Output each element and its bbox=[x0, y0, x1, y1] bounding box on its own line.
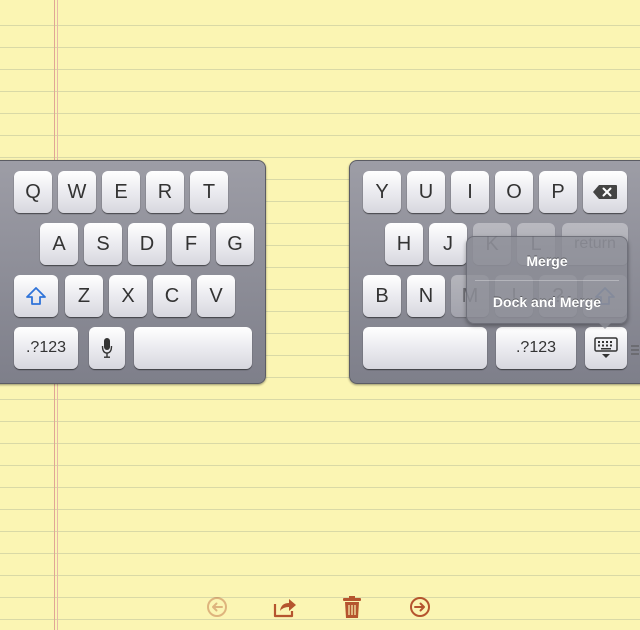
shift-key[interactable] bbox=[14, 275, 58, 317]
grip-lines-icon bbox=[631, 345, 639, 355]
back-icon bbox=[207, 597, 227, 617]
key-i[interactable]: I bbox=[451, 171, 489, 213]
key-e[interactable]: E bbox=[102, 171, 140, 213]
key-j[interactable]: J bbox=[429, 223, 467, 265]
forward-icon bbox=[410, 597, 430, 617]
key-d[interactable]: D bbox=[128, 223, 166, 265]
numbers-key-right[interactable]: .?123 bbox=[496, 327, 576, 369]
split-keyboard-left: Q W E R T A S D F G Z X C V .?123 bbox=[0, 160, 266, 384]
trash-button[interactable] bbox=[339, 594, 365, 620]
key-w[interactable]: W bbox=[58, 171, 96, 213]
back-button[interactable] bbox=[204, 594, 230, 620]
trash-icon bbox=[343, 596, 361, 618]
backspace-key[interactable] bbox=[583, 171, 627, 213]
key-f[interactable]: F bbox=[172, 223, 210, 265]
hide-keyboard-key[interactable] bbox=[585, 327, 627, 369]
keyboard-hide-icon bbox=[594, 337, 618, 358]
numbers-key-left[interactable]: .?123 bbox=[14, 327, 78, 369]
forward-button[interactable] bbox=[407, 594, 433, 620]
backspace-icon bbox=[593, 185, 617, 199]
key-q[interactable]: Q bbox=[14, 171, 52, 213]
popup-divider bbox=[475, 280, 619, 281]
keyboard-grip-handle[interactable] bbox=[630, 343, 640, 357]
key-b[interactable]: B bbox=[363, 275, 401, 317]
key-t[interactable]: T bbox=[190, 171, 228, 213]
share-icon bbox=[273, 599, 296, 618]
space-key-right[interactable] bbox=[363, 327, 487, 369]
key-r[interactable]: R bbox=[146, 171, 184, 213]
microphone-icon bbox=[101, 338, 113, 358]
key-v[interactable]: V bbox=[197, 275, 235, 317]
keyboard-options-popup: Merge Dock and Merge bbox=[466, 236, 628, 324]
dictation-key[interactable] bbox=[89, 327, 125, 369]
dock-and-merge-option[interactable]: Dock and Merge bbox=[467, 284, 627, 320]
key-x[interactable]: X bbox=[109, 275, 147, 317]
key-s[interactable]: S bbox=[84, 223, 122, 265]
share-button[interactable] bbox=[272, 594, 298, 620]
key-h[interactable]: H bbox=[385, 223, 423, 265]
merge-option[interactable]: Merge bbox=[467, 243, 627, 279]
popup-pointer bbox=[596, 320, 614, 329]
key-o[interactable]: O bbox=[495, 171, 533, 213]
key-n[interactable]: N bbox=[407, 275, 445, 317]
key-a[interactable]: A bbox=[40, 223, 78, 265]
space-key-left[interactable] bbox=[134, 327, 252, 369]
key-y[interactable]: Y bbox=[363, 171, 401, 213]
shift-arrow-icon bbox=[26, 287, 46, 305]
key-c[interactable]: C bbox=[153, 275, 191, 317]
key-z[interactable]: Z bbox=[65, 275, 103, 317]
key-g[interactable]: G bbox=[216, 223, 254, 265]
key-p[interactable]: P bbox=[539, 171, 577, 213]
key-u[interactable]: U bbox=[407, 171, 445, 213]
